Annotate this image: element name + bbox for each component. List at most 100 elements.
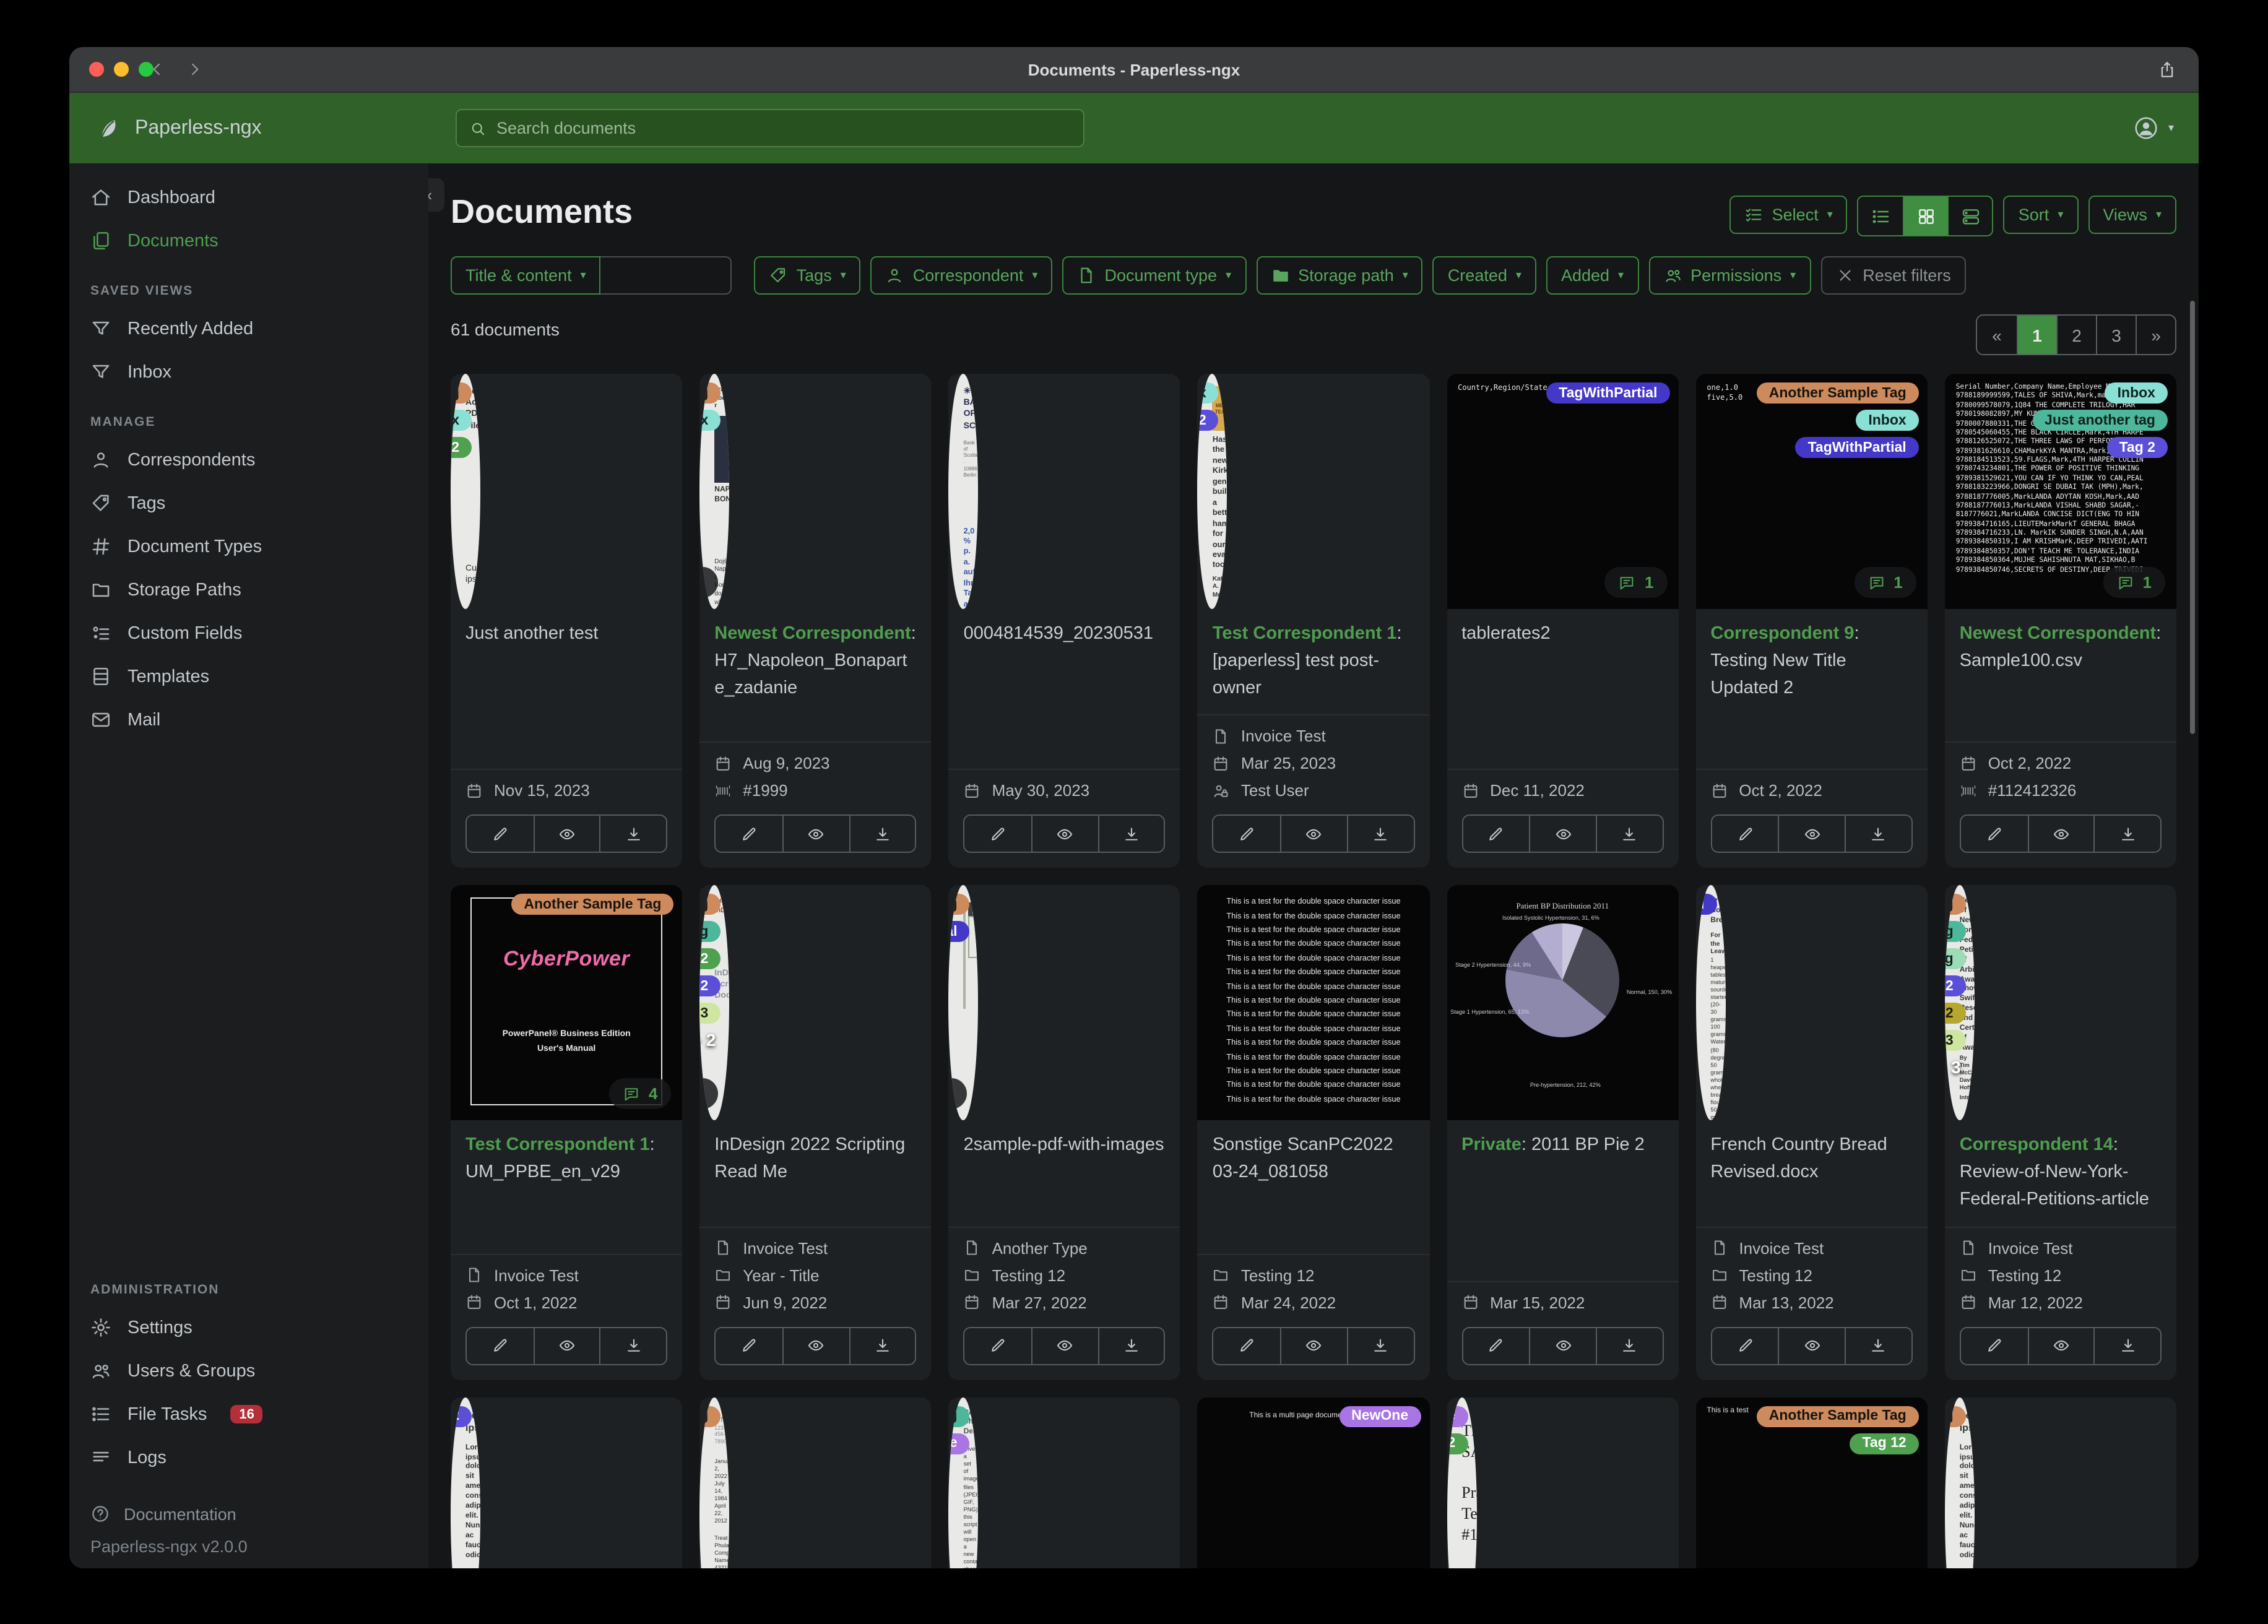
- download-button[interactable]: [1346, 816, 1413, 852]
- document-thumbnail[interactable]: Contact Sheet DemoGiven a set of image f…: [948, 1397, 979, 1568]
- document-card[interactable]: Lorem ipsumLorem ipsum dolor sit amet, c…: [451, 1397, 683, 1568]
- download-button[interactable]: [2093, 816, 2160, 852]
- document-card[interactable]: CyberPower PowerPanel® Business Edition Us…: [451, 885, 683, 1380]
- download-button[interactable]: [2093, 1328, 2160, 1363]
- filter-correspondent-button[interactable]: Correspondent ▾: [870, 256, 1053, 295]
- tag-badge[interactable]: Tag 2: [1197, 410, 1219, 431]
- tag-badge[interactable]: Another Sample Tag: [1756, 1406, 1919, 1427]
- download-button[interactable]: [1097, 1328, 1164, 1363]
- document-thumbnail[interactable]: Adobe InDesignInDesign Scripting Documen…: [699, 885, 730, 1121]
- document-card[interactable]: MEDICAL TEACHERMedical TeacherHas the ne…: [1197, 374, 1430, 868]
- document-card[interactable]: one,1.0 five,5.0 Another Sample Tag Inbox Ta…: [1695, 374, 1928, 868]
- document-card[interactable]: Boundary Waters TripAnother Sample TagTa…: [948, 885, 1180, 1380]
- document-thumbnail[interactable]: Test Name123-456-7890January 2, 2022July…: [699, 1397, 730, 1568]
- search-input[interactable]: [496, 119, 1071, 137]
- preview-button[interactable]: [1031, 816, 1097, 852]
- tag-badge[interactable]: Another Sample Tag: [1944, 894, 1966, 915]
- filter-document-type-button[interactable]: Document type ▾: [1062, 256, 1247, 295]
- download-button[interactable]: [1595, 816, 1662, 852]
- tag-badge[interactable]: Tag 12: [1447, 1433, 1468, 1454]
- pagination-page-1[interactable]: 1: [2017, 316, 2056, 354]
- select-button[interactable]: Select ▾: [1729, 196, 1848, 234]
- comment-count-badge[interactable]: 1: [1854, 567, 1916, 598]
- tag-badge[interactable]: Just another tag: [1944, 921, 1966, 943]
- tag-badge[interactable]: TagWithPartial: [948, 921, 970, 943]
- sidebar-item-inbox[interactable]: Inbox: [69, 350, 428, 394]
- document-card[interactable]: French Country BreadFor the Leaven1 heap…: [1695, 885, 1928, 1380]
- tag-badge[interactable]: Inbox: [1197, 382, 1219, 404]
- filter-added-button[interactable]: Added ▾: [1546, 256, 1639, 295]
- document-title[interactable]: Newest Correspondent: Sample100.csv: [1945, 609, 2176, 742]
- edit-button[interactable]: [467, 816, 533, 852]
- tag-badge[interactable]: Tag 12: [699, 948, 721, 970]
- document-title[interactable]: Just another test: [451, 609, 682, 769]
- filter-tags-button[interactable]: Tags ▾: [754, 256, 861, 295]
- filter-reset-button[interactable]: Reset filters: [1820, 256, 1966, 295]
- preview-button[interactable]: [533, 816, 599, 852]
- view-mode-grid[interactable]: [1903, 197, 1948, 235]
- document-card[interactable]: Adobe Acrobat PDF FilesCupcake ipsumAnot…: [451, 374, 683, 868]
- tag-badge[interactable]: Inbox: [451, 410, 472, 431]
- global-search[interactable]: [456, 109, 1084, 147]
- preview-button[interactable]: [1778, 816, 1845, 852]
- download-button[interactable]: [599, 1328, 666, 1363]
- sidebar-item-documents[interactable]: Documents: [69, 219, 428, 262]
- tag-badge[interactable]: Inbox: [699, 410, 721, 431]
- comment-count-badge[interactable]: 4: [608, 1078, 672, 1110]
- document-card[interactable]: This is a test for the double space char…: [1197, 885, 1430, 1380]
- document-title[interactable]: 0004814539_20230531: [949, 609, 1180, 769]
- sidebar-item-custom-fields[interactable]: Custom Fields: [69, 611, 428, 655]
- download-button[interactable]: [849, 816, 915, 852]
- document-card[interactable]: This is a multi page document. Page 1. Ne…: [1197, 1397, 1430, 1568]
- tag-badge[interactable]: Another Sample Tag: [511, 894, 674, 915]
- document-title[interactable]: French Country Bread Revised.docx: [1695, 1121, 1927, 1227]
- comment-count-badge[interactable]: 1: [1604, 567, 1668, 598]
- tag-badge[interactable]: Another Sample Tag: [699, 894, 721, 915]
- document-thumbnail[interactable]: Lorem ipsumLorem ipsum dolor sit amet, c…: [451, 1397, 480, 1568]
- minimize-window-button[interactable]: [114, 62, 129, 77]
- preview-button[interactable]: [2027, 816, 2093, 852]
- document-correspondent[interactable]: Correspondent 9: [1710, 624, 1854, 644]
- document-correspondent[interactable]: Private: [1461, 1136, 1521, 1155]
- edit-button[interactable]: [965, 1328, 1031, 1363]
- pagination-prev[interactable]: «: [1977, 316, 2017, 354]
- tag-badge[interactable]: Another Sample Tag: [451, 382, 472, 404]
- edit-button[interactable]: [965, 816, 1031, 852]
- edit-button[interactable]: [1712, 1328, 1778, 1363]
- tag-badge[interactable]: NewOne: [948, 1433, 970, 1454]
- comment-count-badge[interactable]: 1: [948, 1078, 967, 1110]
- tag-badge[interactable]: TagWithPartial: [1546, 382, 1670, 404]
- tag-badge[interactable]: Tag 2: [699, 975, 721, 997]
- tag-badge[interactable]: Just another tag: [948, 1406, 970, 1427]
- document-thumbnail[interactable]: ✳ BANK OF SCOTLANDBank of Scotland · 108…: [948, 374, 979, 609]
- document-title[interactable]: 2sample-pdf-with-images: [949, 1121, 1180, 1227]
- preview-button[interactable]: [1778, 1328, 1845, 1363]
- document-thumbnail[interactable]: Boundary Waters TripAnother Sample TagTa…: [948, 885, 979, 1121]
- document-correspondent[interactable]: Newest Correspondent: [714, 624, 911, 644]
- document-correspondent[interactable]: Test Correspondent 1: [1213, 624, 1397, 644]
- document-thumbnail[interactable]: French Country BreadFor the Leaven1 heap…: [1695, 885, 1726, 1121]
- download-button[interactable]: [1346, 1328, 1413, 1363]
- tag-badge[interactable]: Tag 3: [699, 1003, 721, 1024]
- preview-button[interactable]: [533, 1328, 599, 1363]
- preview-button[interactable]: [1280, 1328, 1346, 1363]
- sidebar-item-recently-added[interactable]: Recently Added: [69, 307, 428, 350]
- document-card[interactable]: Francja pod rNAPOLEON BONAPARTEDojście N…: [699, 374, 932, 868]
- download-button[interactable]: [599, 816, 666, 852]
- download-button[interactable]: [849, 1328, 915, 1363]
- document-card[interactable]: ✳ BANK OF SCOTLANDBank of Scotland · 108…: [948, 374, 1180, 868]
- download-button[interactable]: [1097, 816, 1164, 852]
- close-window-button[interactable]: [89, 62, 104, 77]
- document-thumbnail[interactable]: Serial Number,Company Name,Employee Mark…: [1944, 374, 2176, 609]
- tag-badge[interactable]: Tag 12: [451, 437, 472, 458]
- preview-button[interactable]: [1529, 1328, 1596, 1363]
- preview-button[interactable]: [1280, 816, 1346, 852]
- sidebar-item-settings[interactable]: Settings: [69, 1306, 428, 1349]
- view-mode-details[interactable]: [1947, 197, 1993, 235]
- comment-count-badge[interactable]: 6: [699, 1078, 719, 1110]
- preview-button[interactable]: [1031, 1328, 1097, 1363]
- title-content-input[interactable]: [600, 256, 732, 295]
- forward-icon[interactable]: [186, 61, 203, 78]
- document-title[interactable]: Sonstige ScanPC2022 03-24_081058: [1198, 1121, 1429, 1254]
- document-card[interactable]: Review of New York Federal Petitions of …: [1944, 885, 2176, 1380]
